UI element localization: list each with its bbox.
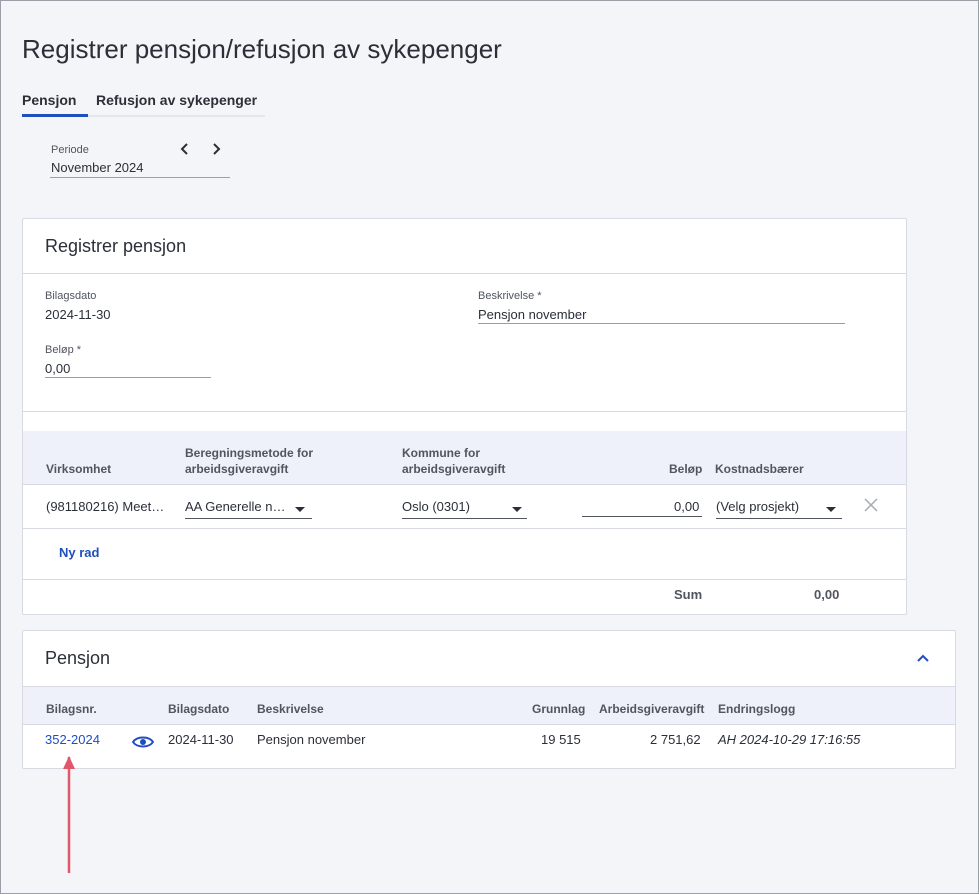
lines-table-header: Virksomhet Beregningsmetode for arbeidsg… [23,431,906,485]
col-belop: Beløp [669,462,703,476]
col-kostnadsbaerer: Kostnadsbærer [715,462,804,476]
divider [23,579,906,580]
tab-refusjon-av-sykepenger[interactable]: Refusjon av sykepenger [96,92,257,108]
col-endringslogg: Endringslogg [718,702,796,716]
col-beskrivelse: Beskrivelse [257,702,324,716]
period-picker[interactable]: Periode November 2024 [50,141,230,178]
col-kommune-line1: Kommune for [402,446,480,460]
beskrivelse-label: Beskrivelse * [478,290,542,302]
col-beregningsmetode-line1: Beregningsmetode for [185,446,314,460]
chevron-up-icon[interactable] [916,651,930,665]
eye-icon[interactable] [131,735,155,749]
tab-pensjon[interactable]: Pensjon [22,92,76,108]
select-underline [716,518,842,519]
belop-field[interactable]: 0,00 [45,361,70,376]
app-frame: Registrer pensjon/refusjon av sykepenger… [0,0,979,894]
close-icon[interactable] [863,497,879,513]
pension-list-card: Pensjon Bilagsnr. Bilagsdato Beskrivelse… [22,630,956,769]
beskrivelse-underline [478,323,845,324]
col-bilagsnr: Bilagsnr. [46,702,97,716]
bilagsdato-value: 2024-11-30 [45,307,111,322]
col-beregningsmetode-line2: arbeidsgiveravgift [185,462,289,476]
period-label: Periode [51,144,89,156]
register-card-title: Registrer pensjon [45,236,187,256]
divider [23,528,906,529]
row-beskrivelse: Pensjon november [257,732,366,747]
sum-value: 0,00 [814,587,840,602]
row-endringslogg: AH 2024-10-29 17:16:55 [718,732,861,747]
bilagsnr-link[interactable]: 352-2024 [45,732,100,747]
col-grunnlag: Grunnlag [532,702,586,716]
belop-label: Beløp * [45,344,82,356]
row-arbeidsgiveravgift: 2 751,62 [650,732,701,747]
beskrivelse-field[interactable]: Pensjon november [478,307,586,322]
beregningsmetode-select[interactable]: AA Generelle n… [185,499,285,514]
chevron-right-icon[interactable] [209,141,223,157]
col-kommune-line2: arbeidsgiveravgift [402,462,506,476]
page-title: Registrer pensjon/refusjon av sykepenger [22,34,502,64]
select-underline [185,518,312,519]
kostnadsbaerer-select[interactable]: (Velg prosjekt) [716,499,799,514]
kommune-select[interactable]: Oslo (0301) [402,499,470,514]
chevron-left-icon[interactable] [178,141,192,157]
divider [23,273,906,274]
tab-bar: Pensjon Refusjon av sykepenger [22,90,265,117]
row-grunnlag: 19 515 [541,732,581,747]
row-bilagsdato: 2024-11-30 [168,732,234,747]
col-virksomhet: Virksomhet [46,462,112,476]
add-row-button[interactable]: Ny rad [59,545,99,560]
belop-underline [45,377,211,378]
divider [23,411,906,412]
bilagsdato-label: Bilagsdato [45,290,97,302]
col-bilagsdato: Bilagsdato [168,702,230,716]
chevron-down-icon[interactable] [295,507,305,512]
row-belop-input[interactable]: 0,00 [674,499,699,514]
select-underline [402,518,527,519]
pension-table-header: Bilagsnr. Bilagsdato Beskrivelse Grunnla… [23,686,955,725]
col-arbeidsgiveravgift: Arbeidsgiveravgift [599,702,705,716]
register-pension-card: Registrer pensjon Bilagsdato 2024-11-30 … [22,218,907,615]
chevron-down-icon[interactable] [826,507,836,512]
pension-card-title: Pensjon [45,648,111,668]
input-underline [582,516,702,517]
annotation-arrow [59,753,79,875]
sum-label: Sum [674,587,703,602]
active-tab-indicator [22,114,88,117]
chevron-down-icon[interactable] [512,507,522,512]
row-virksomhet: (981180216) Meet… [46,499,165,514]
period-value: November 2024 [51,160,144,175]
